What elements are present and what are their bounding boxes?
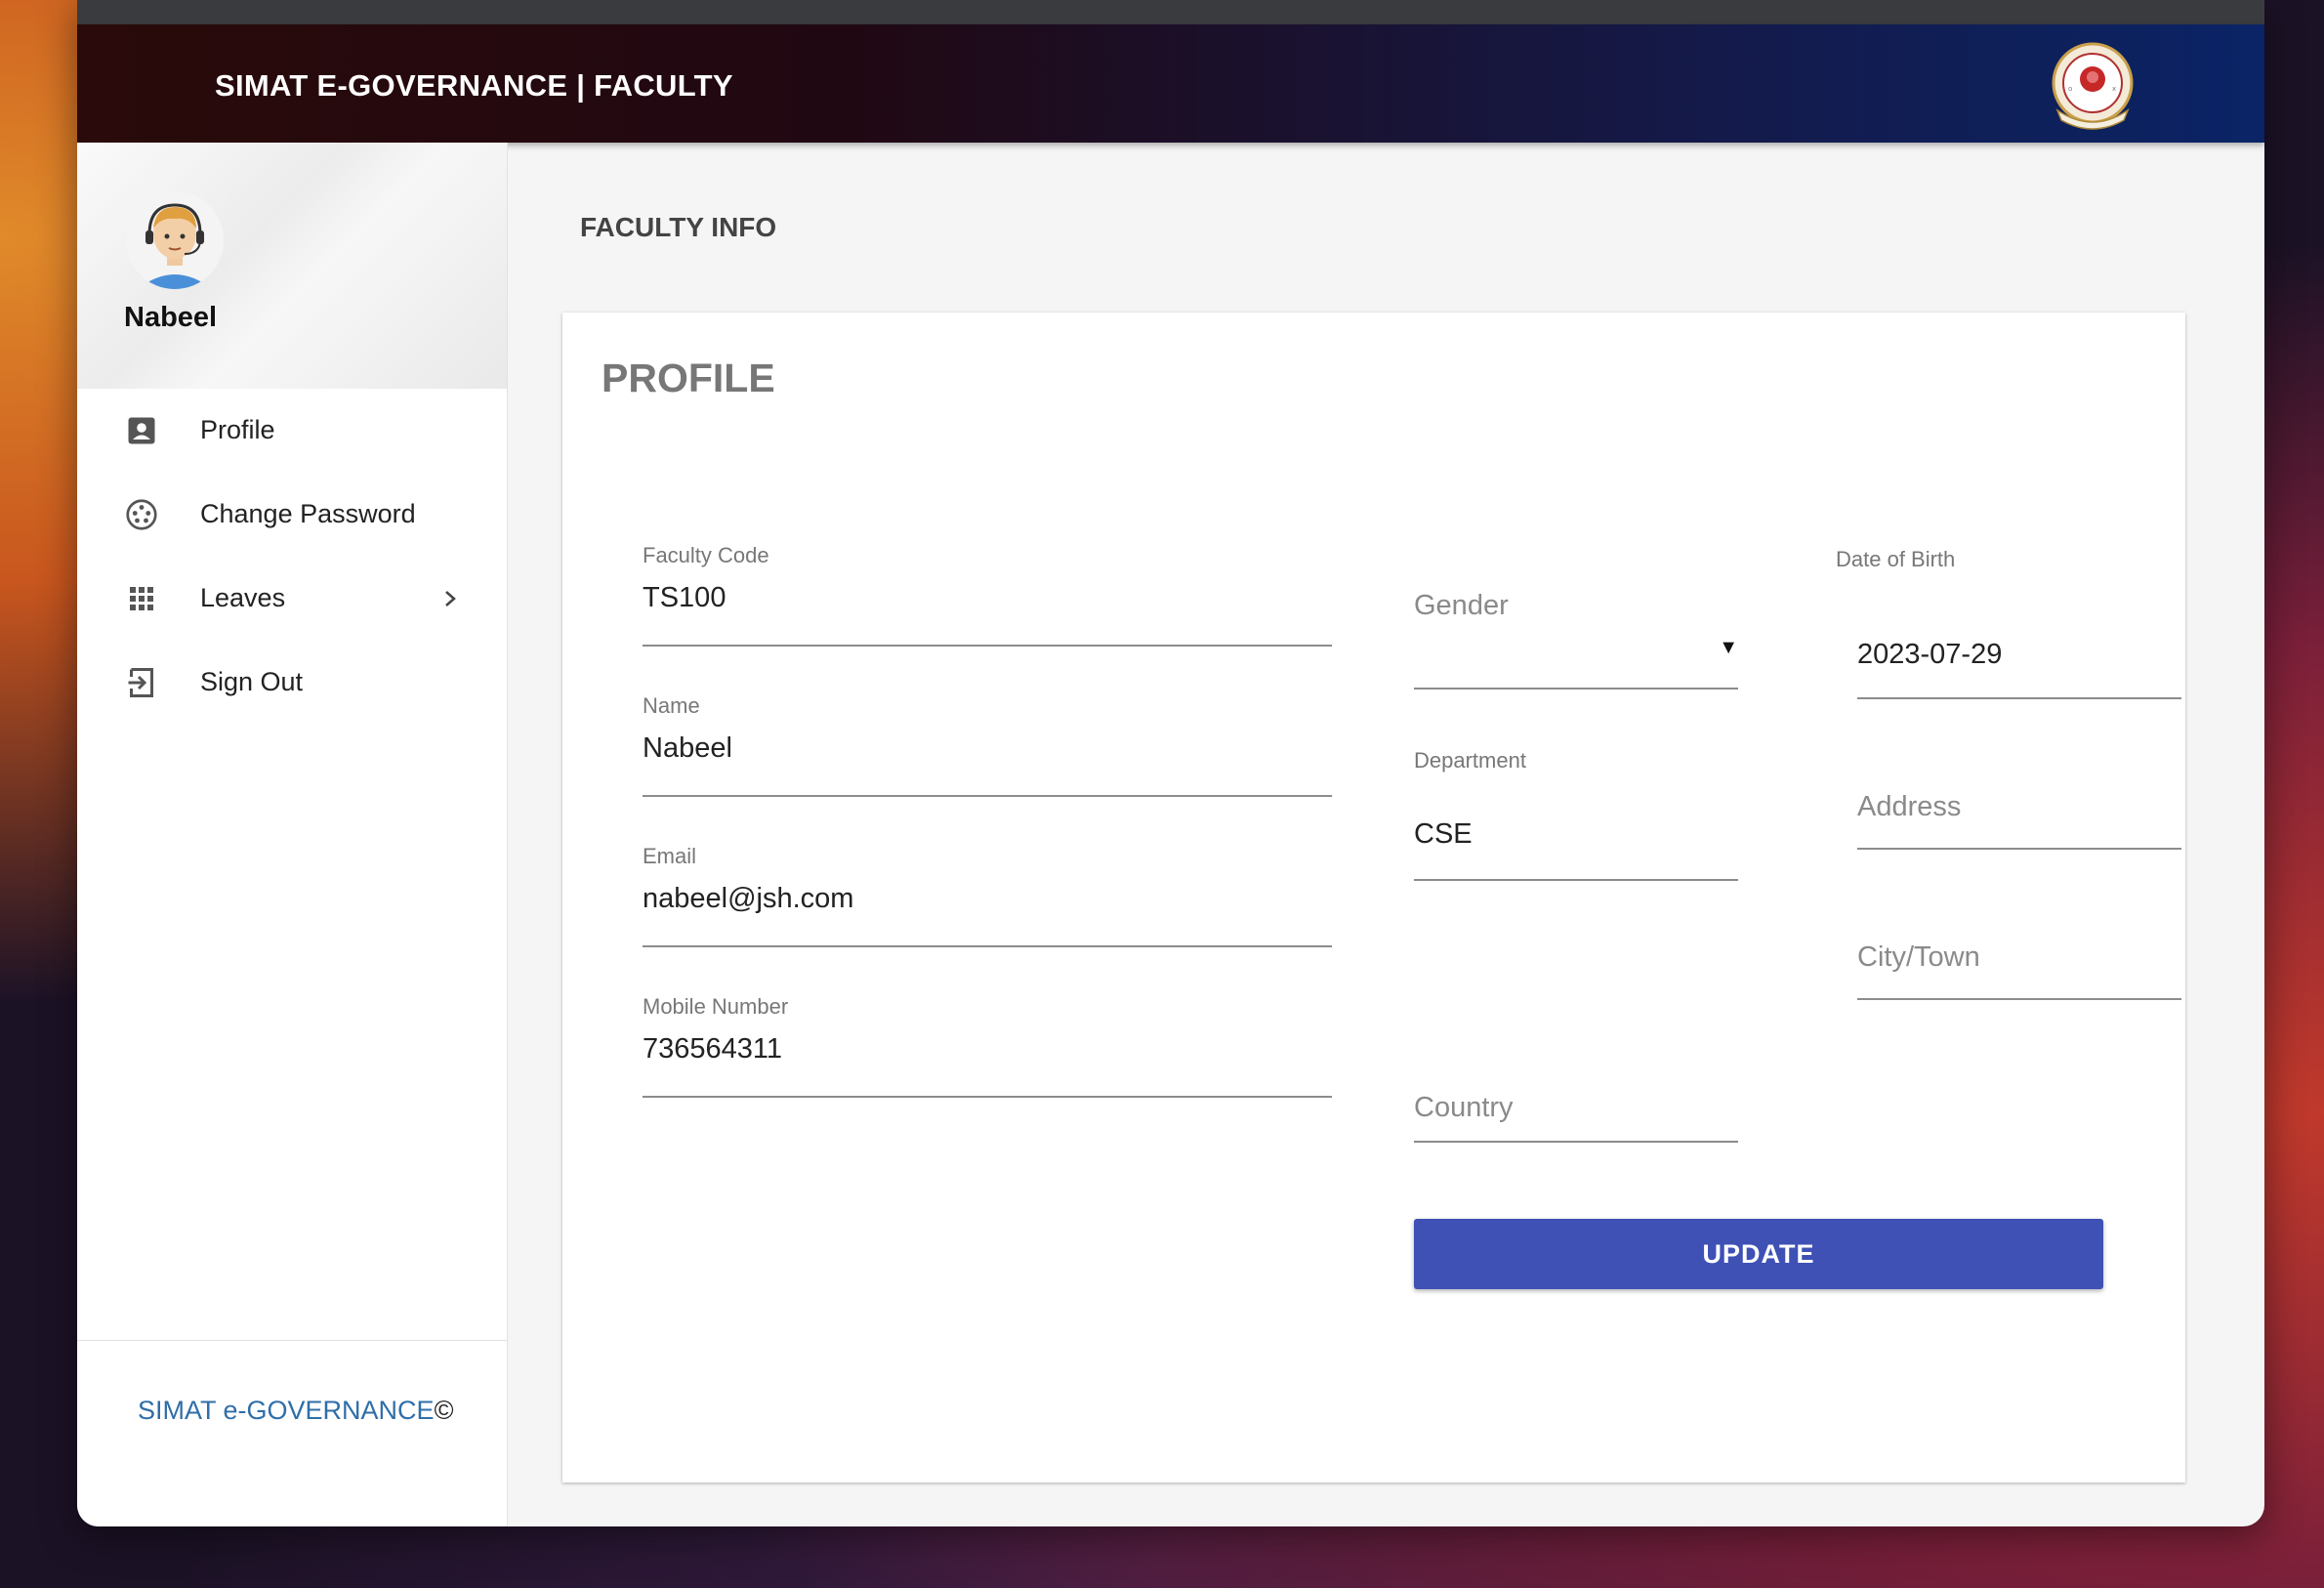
sidebar: Nabeel Profile Change Password Leaves Si… [77,143,508,1526]
password-dial-icon [126,499,157,530]
profile-card-icon [128,417,155,444]
app-bar: SIMAT E-GOVERNANCE | FACULTY o x [77,24,2264,143]
country-placeholder: Country [1414,1092,1514,1123]
mobile-number-value: 736564311 [643,1033,783,1065]
department-label: Department [1414,748,1526,773]
input-underline [1414,688,1738,690]
address-placeholder: Address [1857,791,1962,822]
chevron-right-icon[interactable] [438,584,462,613]
input-underline [1857,998,2181,1000]
faculty-code-value: TS100 [643,582,726,613]
copyright-symbol: © [434,1396,454,1425]
browser-chrome [77,0,2264,24]
grid-apps-icon [130,587,153,610]
sidebar-item-change-password[interactable]: Change Password [77,473,507,557]
input-underline [1414,879,1738,881]
dob-label: Date of Birth [1836,547,1956,571]
dropdown-arrow-icon: ▼ [1719,637,1738,658]
page-title: FACULTY INFO [580,212,777,242]
college-seal-logo: o x [2052,42,2134,130]
dob-value: 2023-07-29 [1857,639,2003,670]
address-field[interactable]: Address [1857,791,2181,850]
input-underline [1414,1141,1738,1143]
mobile-number-label: Mobile Number [643,994,789,1019]
input-underline [643,1096,1332,1098]
input-underline [1857,697,2181,699]
input-underline [643,645,1332,647]
sidebar-item-leaves[interactable]: Leaves [77,557,507,641]
faculty-code-field[interactable]: Faculty Code TS100 [643,543,1332,647]
sidebar-item-label: Change Password [200,499,416,528]
svg-text:o: o [2068,85,2072,93]
input-underline [643,945,1332,947]
input-underline [643,795,1332,797]
faculty-code-label: Faculty Code [643,543,769,567]
name-label: Name [643,693,700,718]
mobile-number-field[interactable]: Mobile Number 736564311 [643,994,1332,1098]
update-button[interactable]: UPDATE [1414,1219,2103,1289]
email-label: Email [643,844,697,868]
department-value: CSE [1414,818,1473,850]
sidebar-footer: SIMAT e-GOVERNANCE© [77,1340,507,1526]
department-field[interactable]: Department CSE [1414,748,1738,881]
user-panel: Nabeel [77,143,507,389]
app-title: SIMAT E-GOVERNANCE | FACULTY [215,68,733,103]
sidebar-item-label: Profile [200,415,275,444]
sidebar-item-sign-out[interactable]: Sign Out [77,641,507,725]
footer-brand[interactable]: SIMAT e-GOVERNANCE© [138,1396,453,1426]
sidebar-item-label: Sign Out [200,667,304,696]
name-value: Nabeel [643,732,732,764]
sign-out-icon [128,668,153,697]
browser-window: SIMAT E-GOVERNANCE | FACULTY o x Nabeel … [77,0,2264,1526]
input-underline [1857,848,2181,850]
svg-text:x: x [2112,85,2116,93]
city-field[interactable]: City/Town [1857,941,2181,1000]
email-field[interactable]: Email nabeel@jsh.com [643,844,1332,947]
email-value: nabeel@jsh.com [643,883,854,914]
name-field[interactable]: Name Nabeel [643,693,1332,797]
gender-placeholder: Gender [1414,590,1509,621]
sidebar-menu: Profile Change Password Leaves Sign Out [77,389,507,725]
sidebar-item-label: Leaves [200,583,286,612]
gender-select[interactable]: Gender ▼ [1414,590,1738,690]
user-avatar [126,191,224,289]
dob-field[interactable]: 2023-07-29 [1857,639,2181,699]
user-avatar-headset-icon [126,191,224,289]
country-field[interactable]: Country [1414,1092,1738,1143]
card-title: PROFILE [602,355,775,400]
sidebar-item-profile[interactable]: Profile [77,389,507,473]
user-name: Nabeel [124,302,218,333]
profile-card: PROFILE Faculty Code TS100 Name Nabeel E… [562,313,2185,1483]
city-placeholder: City/Town [1857,941,1980,973]
footer-brand-text: SIMAT e-GOVERNANCE [138,1396,435,1425]
